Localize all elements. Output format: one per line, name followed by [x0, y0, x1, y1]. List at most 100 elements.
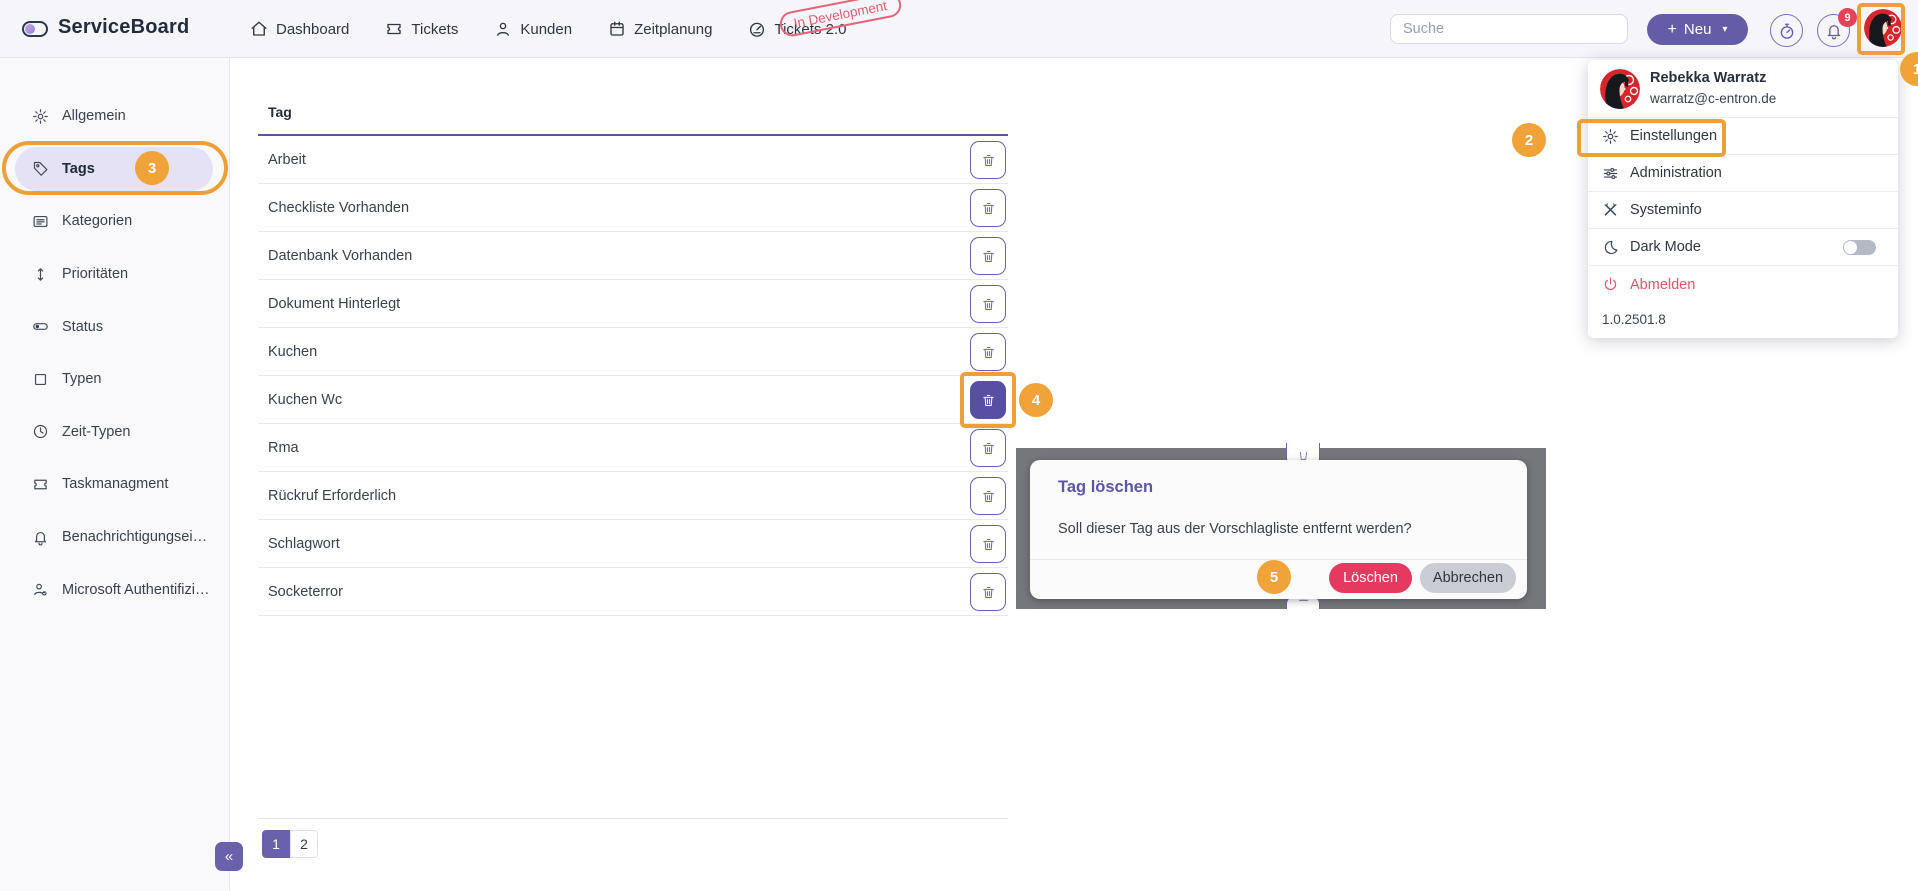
- sidebar: Allgemein Tags Kategorien Prioritäten St…: [0, 58, 230, 891]
- sidebar-collapse-button[interactable]: «: [215, 842, 243, 871]
- arrows-up-down-icon: [32, 266, 49, 283]
- delete-tag-button[interactable]: [970, 429, 1006, 467]
- power-icon: [1602, 276, 1619, 293]
- timer-button[interactable]: [1770, 14, 1803, 47]
- moon-icon: [1602, 239, 1619, 256]
- delete-tag-button[interactable]: [970, 477, 1006, 515]
- toggle-knob: [1844, 241, 1857, 254]
- neu-button[interactable]: + Neu ▾: [1647, 14, 1748, 45]
- sidebar-item-benachrichtigungen[interactable]: Benachrichtigungsei…: [0, 511, 229, 564]
- page-button-1[interactable]: 1: [262, 830, 290, 858]
- topbar: ServiceBoard Dashboard Tickets Kunden Ze…: [0, 0, 1918, 58]
- sidebar-item-typen[interactable]: Typen: [0, 353, 229, 406]
- dialog-message: Soll dieser Tag aus der Vorschlagliste e…: [1058, 521, 1412, 537]
- table-row: Kuchen Wc: [258, 376, 1008, 424]
- user-menu: Rebekka Warratz warratz@c-entron.de Eins…: [1588, 60, 1898, 338]
- toggle-icon: [32, 318, 49, 335]
- user-email: warratz@c-entron.de: [1650, 91, 1776, 106]
- sidebar-list: Allgemein Tags Kategorien Prioritäten St…: [0, 58, 229, 616]
- abbrechen-button[interactable]: Abbrechen: [1420, 563, 1516, 593]
- dialog-title: Tag löschen: [1058, 478, 1153, 497]
- menu-item-dark-mode[interactable]: Dark Mode: [1588, 229, 1898, 266]
- delete-tag-button[interactable]: [970, 573, 1006, 611]
- table-row: Socketerror: [258, 568, 1008, 616]
- person-check-icon: [32, 581, 49, 598]
- user-name: Rebekka Warratz: [1650, 70, 1766, 86]
- step-badge-5: 5: [1257, 560, 1291, 594]
- delete-tag-button[interactable]: [970, 189, 1006, 227]
- trash-icon: [981, 536, 996, 553]
- table-row: Rma: [258, 424, 1008, 472]
- app-title: ServiceBoard: [58, 16, 189, 39]
- table-row: Dokument Hinterlegt: [258, 280, 1008, 328]
- plus-icon: +: [1668, 21, 1677, 39]
- pagination: 1 2: [262, 830, 318, 858]
- table-row: Arbeit: [258, 136, 1008, 184]
- gear-icon: [1602, 128, 1619, 145]
- trash-icon: [981, 200, 996, 217]
- square-icon: [32, 371, 49, 388]
- main-nav: Dashboard Tickets Kunden Zeitplanung Tic…: [250, 0, 846, 58]
- app-logo-icon: [22, 21, 48, 37]
- trash-icon: [981, 488, 996, 505]
- tag-icon: [32, 160, 49, 177]
- menu-item-administration[interactable]: Administration: [1588, 155, 1898, 192]
- calendar-icon: [608, 20, 626, 38]
- menu-item-systeminfo[interactable]: Systeminfo: [1588, 192, 1898, 229]
- trash-icon: [981, 344, 996, 361]
- delete-tag-button-selected[interactable]: [970, 381, 1006, 419]
- delete-tag-button[interactable]: [970, 237, 1006, 275]
- sidebar-item-allgemein[interactable]: Allgemein: [0, 90, 229, 143]
- bell-icon: [32, 529, 49, 546]
- sidebar-item-kategorien[interactable]: Kategorien: [0, 195, 229, 248]
- dark-mode-toggle[interactable]: [1843, 240, 1876, 255]
- gear-icon: [32, 108, 49, 125]
- step-badge-4: 4: [1019, 383, 1053, 417]
- avatar[interactable]: [1864, 9, 1902, 47]
- trash-icon: [981, 296, 996, 313]
- stopwatch-icon: [1778, 22, 1796, 40]
- avatar-image: [1600, 69, 1640, 109]
- nav-item-kunden[interactable]: Kunden: [494, 20, 572, 38]
- menu-item-einstellungen[interactable]: Einstellungen: [1588, 118, 1898, 155]
- delete-tag-button[interactable]: [970, 285, 1006, 323]
- delete-tag-button[interactable]: [970, 333, 1006, 371]
- sidebar-item-microsoft-auth[interactable]: Microsoft Authentifizi…: [0, 563, 229, 616]
- home-icon: [250, 20, 268, 38]
- clock-icon: [32, 423, 49, 440]
- table-bottom-border: [258, 818, 1008, 819]
- sliders-icon: [1602, 165, 1619, 182]
- tools-icon: [1602, 202, 1619, 219]
- table-row: Rückruf Erforderlich: [258, 472, 1008, 520]
- list-icon: [32, 213, 49, 230]
- user-menu-header: Rebekka Warratz warratz@c-entron.de: [1588, 60, 1898, 118]
- nav-item-zeitplanung[interactable]: Zeitplanung: [608, 20, 712, 38]
- sidebar-item-taskmanagment[interactable]: Taskmanagment: [0, 458, 229, 511]
- tags-table: Arbeit Checkliste Vorhanden Datenbank Vo…: [258, 136, 1008, 616]
- sidebar-item-prioritaeten[interactable]: Prioritäten: [0, 248, 229, 301]
- loeschen-button[interactable]: Löschen: [1329, 563, 1412, 593]
- notification-badge: 9: [1838, 8, 1857, 27]
- delete-tag-button[interactable]: [970, 141, 1006, 179]
- page-button-2[interactable]: 2: [290, 830, 318, 858]
- table-row: Schlagwort: [258, 520, 1008, 568]
- trash-icon: [981, 440, 996, 457]
- sidebar-item-zeit-typen[interactable]: Zeit-Typen: [0, 406, 229, 459]
- search-input[interactable]: [1390, 14, 1628, 44]
- avatar-image: [1864, 9, 1902, 47]
- table-row: Datenbank Vorhanden: [258, 232, 1008, 280]
- menu-item-abmelden[interactable]: Abmelden: [1588, 266, 1898, 303]
- sidebar-item-tags[interactable]: Tags: [0, 143, 229, 196]
- table-row: Checkliste Vorhanden: [258, 184, 1008, 232]
- sidebar-active-pill: Tags: [15, 147, 213, 191]
- nav-item-tickets[interactable]: Tickets: [385, 20, 458, 38]
- trash-icon: [981, 584, 996, 601]
- ticket-icon: [385, 20, 403, 38]
- delete-tag-button[interactable]: [970, 525, 1006, 563]
- sidebar-item-status[interactable]: Status: [0, 300, 229, 353]
- step-badge-2: 2: [1512, 123, 1546, 157]
- chevron-down-icon: ▾: [1722, 24, 1727, 35]
- table-row: Kuchen: [258, 328, 1008, 376]
- trash-icon: [981, 248, 996, 265]
- nav-item-dashboard[interactable]: Dashboard: [250, 20, 349, 38]
